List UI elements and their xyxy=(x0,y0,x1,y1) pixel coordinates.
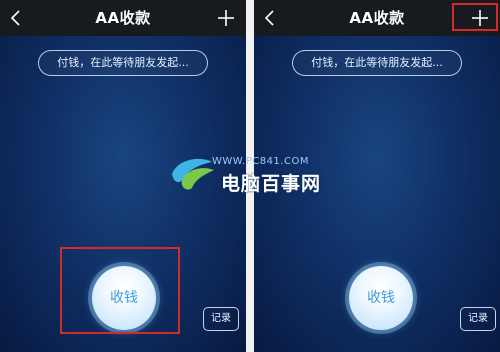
waiting-prompt: 付钱，在此等待朋友发起... xyxy=(292,50,462,76)
waiting-prompt: 付钱，在此等待朋友发起... xyxy=(38,50,208,76)
right-phone-screen: AA收款 付钱，在此等待朋友发起... 收钱 记录 xyxy=(254,0,500,352)
screen-divider xyxy=(246,0,254,352)
left-phone-screen: AA收款 付钱，在此等待朋友发起... 收钱 记录 xyxy=(0,0,246,352)
nav-bar: AA收款 xyxy=(254,0,500,36)
nav-bar: AA收款 xyxy=(0,0,246,36)
record-button[interactable]: 记录 xyxy=(460,307,496,331)
page-title: AA收款 xyxy=(95,9,151,27)
collect-money-button[interactable]: 收钱 xyxy=(349,266,413,330)
page-title: AA收款 xyxy=(349,9,405,27)
plus-icon[interactable] xyxy=(216,8,236,28)
plus-icon[interactable] xyxy=(470,8,490,28)
collect-money-button[interactable]: 收钱 xyxy=(92,266,156,330)
record-button[interactable]: 记录 xyxy=(203,307,239,331)
